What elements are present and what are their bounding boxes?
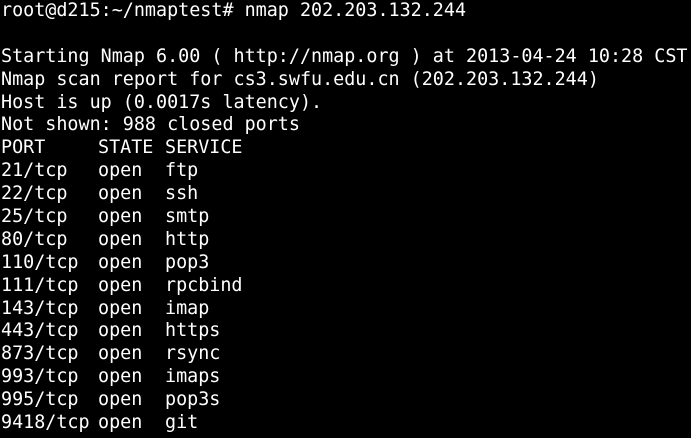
port-row: 993/tcp open imaps [1, 366, 691, 389]
closed-ports-line: Not shown: 988 closed ports [1, 114, 300, 136]
state-cell: open [98, 206, 143, 228]
service-cell: imap [165, 297, 210, 319]
port-row: 143/tcp open imap [1, 298, 691, 321]
port-row: 873/tcp open rsync [1, 343, 691, 366]
port-row: 110/tcp open pop3 [1, 252, 691, 275]
service-column-header: SERVICE [165, 137, 243, 159]
port-cell: 443/tcp [1, 320, 79, 342]
state-cell: open [98, 320, 143, 342]
state-cell: open [98, 389, 143, 411]
port-cell: 873/tcp [1, 343, 79, 365]
port-row: 443/tcp open https [1, 320, 691, 343]
service-cell: smtp [165, 206, 210, 228]
port-cell: 25/tcp [1, 206, 68, 228]
service-cell: rsync [165, 343, 221, 365]
scan-report-line: Nmap scan report for cs3.swfu.edu.cn (20… [1, 68, 599, 90]
state-cell: open [98, 228, 143, 250]
port-cell: 110/tcp [1, 251, 79, 273]
port-cell: 995/tcp [1, 389, 79, 411]
state-cell: open [98, 274, 143, 296]
port-row: 25/tcp open smtp [1, 206, 691, 229]
port-row: 21/tcp open ftp [1, 160, 691, 183]
state-column-header: STATE [98, 137, 154, 159]
service-cell: pop3 [165, 251, 210, 273]
service-cell: http [165, 228, 210, 250]
port-cell: 143/tcp [1, 297, 79, 319]
state-cell: open [98, 297, 143, 319]
port-cell: 80/tcp [1, 228, 68, 250]
port-cell: 21/tcp [1, 160, 68, 182]
state-cell: open [98, 412, 143, 434]
service-cell: rpcbind [165, 274, 243, 296]
state-cell: open [98, 366, 143, 388]
port-row: 22/tcp open ssh [1, 183, 691, 206]
port-row: 995/tcp open pop3s [1, 389, 691, 412]
port-row: 80/tcp open http [1, 229, 691, 252]
state-cell: open [98, 251, 143, 273]
service-cell: https [165, 320, 221, 342]
port-row: 9418/tcp open git [1, 412, 691, 435]
port-cell: 22/tcp [1, 183, 68, 205]
service-cell: ftp [165, 160, 199, 182]
port-cell: 9418/tcp [1, 412, 90, 434]
port-cell: 993/tcp [1, 366, 79, 388]
service-cell: ssh [165, 183, 199, 205]
port-column-header: PORT [1, 137, 46, 159]
host-status-line: Host is up (0.0017s latency). [1, 91, 323, 113]
state-cell: open [98, 343, 143, 365]
port-cell: 111/tcp [1, 274, 79, 296]
state-cell: open [98, 160, 143, 182]
ports-table-header: PORT STATE SERVICE [1, 137, 691, 160]
terminal-window[interactable]: root@d215:~/nmaptest# nmap 202.203.132.2… [0, 0, 691, 438]
service-cell: pop3s [165, 389, 221, 411]
service-cell: imaps [165, 366, 221, 388]
service-cell: git [165, 412, 199, 434]
nmap-start-line: Starting Nmap 6.00 ( http://nmap.org ) a… [1, 45, 688, 67]
command-prompt-line: root@d215:~/nmaptest# nmap 202.203.132.2… [1, 0, 467, 21]
port-row: 111/tcp open rpcbind [1, 275, 691, 298]
state-cell: open [98, 183, 143, 205]
